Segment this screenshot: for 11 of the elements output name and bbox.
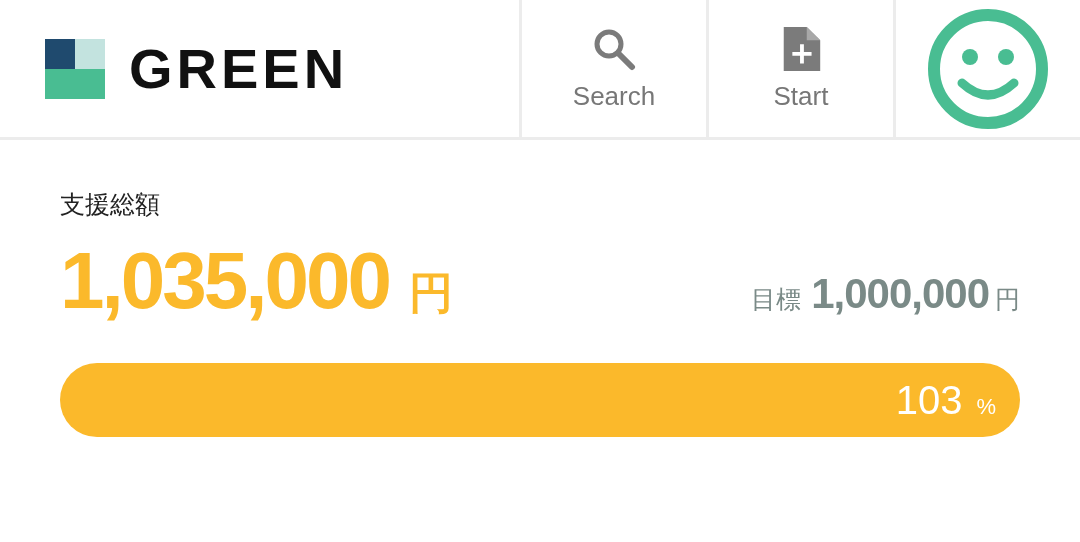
logo-icon	[45, 38, 105, 99]
logo-text[interactable]: GREEN	[129, 36, 349, 101]
nav-link[interactable]: Search	[519, 0, 706, 137]
nav-link[interactable]: Start	[706, 0, 893, 137]
goal-amount: 1,000,000	[811, 270, 989, 318]
total-amount: 1,035,000	[60, 235, 389, 327]
currency-unit: 円	[408, 267, 453, 319]
currency-unit: 円	[995, 284, 1020, 315]
smiley-icon[interactable]	[928, 8, 1048, 129]
total-label: 支援総額	[60, 189, 161, 220]
goal-label: 目標	[751, 284, 802, 315]
